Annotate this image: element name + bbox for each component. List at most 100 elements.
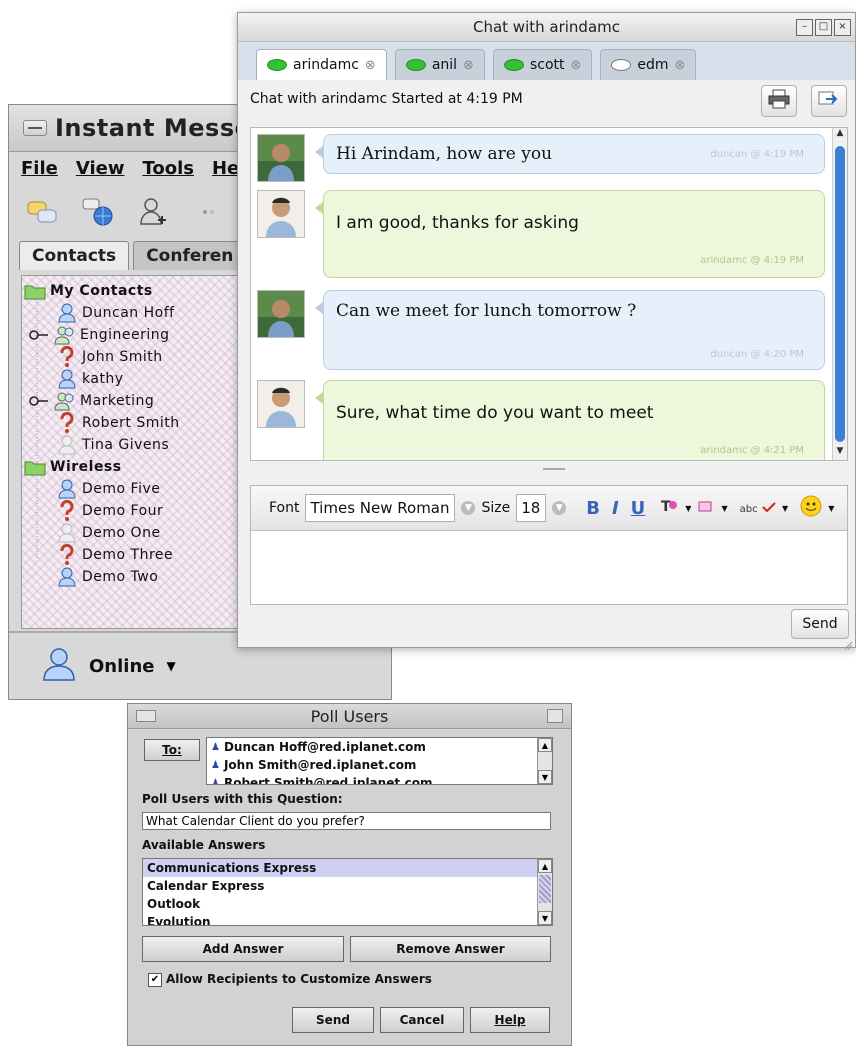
emoticon-icon[interactable] (800, 495, 822, 521)
question-input[interactable]: What Calendar Client do you prefer? (142, 812, 551, 830)
menu-file[interactable]: File (21, 158, 58, 179)
menu-tools[interactable]: Tools (142, 158, 194, 179)
message-text: I am good, thanks for asking (336, 213, 579, 233)
conference-icon[interactable] (81, 195, 115, 229)
scroll-up-icon[interactable]: ▲ (833, 128, 847, 142)
scroll-down-icon[interactable]: ▼ (538, 911, 552, 925)
add-answer-button[interactable]: Add Answer (142, 936, 344, 962)
send-button[interactable]: Send (292, 1007, 374, 1033)
maximize-button[interactable]: □ (815, 19, 832, 36)
chat-tab-label: scott (529, 57, 565, 73)
resize-grip-icon[interactable] (843, 635, 853, 650)
chevron-down-icon[interactable]: ▼ (782, 504, 788, 513)
underline-button[interactable]: U (631, 498, 646, 519)
scroll-up-icon[interactable]: ▲ (538, 859, 552, 873)
more-icon[interactable] (193, 195, 227, 229)
splitter-handle[interactable] (543, 468, 565, 470)
chat-tab-scott[interactable]: scott ⊗ (492, 49, 593, 80)
tree-node-duncan-hoff[interactable]: Duncan Hoff (56, 302, 175, 324)
tree-node-robert-smith[interactable]: Robert Smith (56, 412, 180, 434)
answer-row-selected[interactable]: Communications Express (143, 859, 552, 877)
chat-tab-arindamc[interactable]: arindamc ⊗ (256, 49, 387, 80)
help-button[interactable]: Help (470, 1007, 550, 1033)
add-answer-label: Add Answer (202, 942, 284, 956)
tree-node-wireless[interactable]: Wireless (24, 456, 122, 478)
recipient-row[interactable]: ♟ John Smith@red.iplanet.com (207, 756, 552, 774)
answers-list[interactable]: Communications Express Calendar Express … (142, 858, 553, 926)
tree-node-my-contacts[interactable]: My Contacts (24, 280, 153, 302)
tree-node-john-smith[interactable]: John Smith (56, 346, 163, 368)
tree-node-kathy[interactable]: kathy (56, 368, 124, 390)
scroll-thumb[interactable] (835, 146, 845, 442)
allow-customize-checkbox[interactable]: ✔ (148, 973, 162, 987)
bold-button[interactable]: B (586, 498, 600, 519)
poll-titlebar[interactable]: Poll Users (128, 704, 571, 729)
chevron-down-icon[interactable]: ▼ (721, 504, 727, 513)
window-menu-icon[interactable] (136, 710, 156, 722)
close-tab-icon[interactable]: ⊗ (463, 58, 474, 73)
recipients-scrollbar[interactable]: ▲ ▼ (537, 738, 552, 784)
maximize-icon[interactable] (547, 709, 563, 723)
message-input[interactable] (251, 531, 847, 603)
recipients-list[interactable]: ♟ Duncan Hoff@red.iplanet.com ♟ John Smith… (206, 737, 553, 785)
expand-toggle-icon[interactable] (28, 390, 50, 412)
recipient-row[interactable]: ♟ Duncan Hoff@red.iplanet.com (207, 738, 552, 756)
cancel-button[interactable]: Cancel (380, 1007, 464, 1033)
tree-label: Demo Three (82, 547, 174, 563)
expand-toggle-icon[interactable] (28, 324, 50, 346)
chevron-down-icon[interactable]: ▼ (828, 504, 834, 513)
message-scrollbar[interactable]: ▲ ▼ (832, 128, 847, 460)
tab-conferences[interactable]: Conferen (133, 241, 247, 270)
font-select[interactable]: Times New Roman (305, 494, 456, 522)
chat-tab-anil[interactable]: anil ⊗ (394, 49, 485, 80)
close-button[interactable]: × (834, 19, 851, 36)
chevron-down-icon[interactable]: ▼ (685, 504, 691, 513)
menu-view[interactable]: View (76, 158, 125, 179)
to-button[interactable]: To: (144, 739, 200, 761)
tree-node-demo-one[interactable]: Demo One (56, 522, 161, 544)
scroll-up-icon[interactable]: ▲ (538, 738, 552, 752)
font-dropdown-icon[interactable]: ▼ (461, 501, 476, 515)
close-tab-icon[interactable]: ⊗ (675, 58, 686, 73)
scroll-down-icon[interactable]: ▼ (538, 770, 552, 784)
remove-answer-button[interactable]: Remove Answer (350, 936, 551, 962)
answer-row[interactable]: Calendar Express (143, 877, 552, 895)
answer-row[interactable]: Evolution (143, 913, 552, 926)
tree-node-marketing[interactable]: Marketing (28, 390, 154, 412)
italic-button[interactable]: I (612, 498, 619, 519)
text-color-icon[interactable]: T (659, 497, 679, 519)
highlight-color-icon[interactable] (697, 498, 715, 518)
size-select[interactable]: 18 (516, 494, 547, 522)
recipient-row[interactable]: ♟ Robert Smith@red.iplanet.com (207, 774, 552, 784)
answer-row[interactable]: Outlook (143, 895, 552, 913)
print-button[interactable] (761, 85, 797, 117)
answers-scrollbar[interactable]: ▲ ▼ (537, 859, 552, 925)
close-tab-icon[interactable]: ⊗ (365, 58, 376, 73)
message-timestamp: duncan @ 4:20 PM (710, 349, 804, 360)
scroll-thumb[interactable] (539, 875, 551, 903)
user-unknown-icon (56, 544, 78, 566)
chat-tab-edm[interactable]: edm ⊗ (600, 49, 697, 80)
menu-help[interactable]: He (212, 158, 239, 179)
send-file-button[interactable] (811, 85, 847, 117)
add-contact-icon[interactable] (137, 195, 171, 229)
tree-node-demo-two[interactable]: Demo Two (56, 566, 158, 588)
window-menu-icon[interactable] (23, 120, 47, 136)
tree-node-demo-five[interactable]: Demo Five (56, 478, 160, 500)
tab-contacts[interactable]: Contacts (19, 241, 130, 270)
size-dropdown-icon[interactable]: ▼ (552, 501, 567, 515)
tree-node-tina-givens[interactable]: Tina Givens (56, 434, 169, 456)
close-tab-icon[interactable]: ⊗ (571, 58, 582, 73)
tree-node-demo-three[interactable]: Demo Three (56, 544, 173, 566)
tree-node-engineering[interactable]: Engineering (28, 324, 170, 346)
avatar (257, 190, 305, 238)
tree-label: Demo One (82, 525, 161, 541)
spellcheck-button[interactable]: abc (740, 500, 776, 516)
scroll-down-icon[interactable]: ▼ (833, 446, 847, 460)
minimize-button[interactable]: – (796, 19, 813, 36)
send-button[interactable]: Send (791, 609, 849, 639)
answer-text: Evolution (147, 915, 211, 926)
chat-titlebar[interactable]: Chat with arindamc – □ × (238, 13, 855, 42)
tree-node-demo-four[interactable]: Demo Four (56, 500, 163, 522)
chat-icon[interactable] (25, 195, 59, 229)
